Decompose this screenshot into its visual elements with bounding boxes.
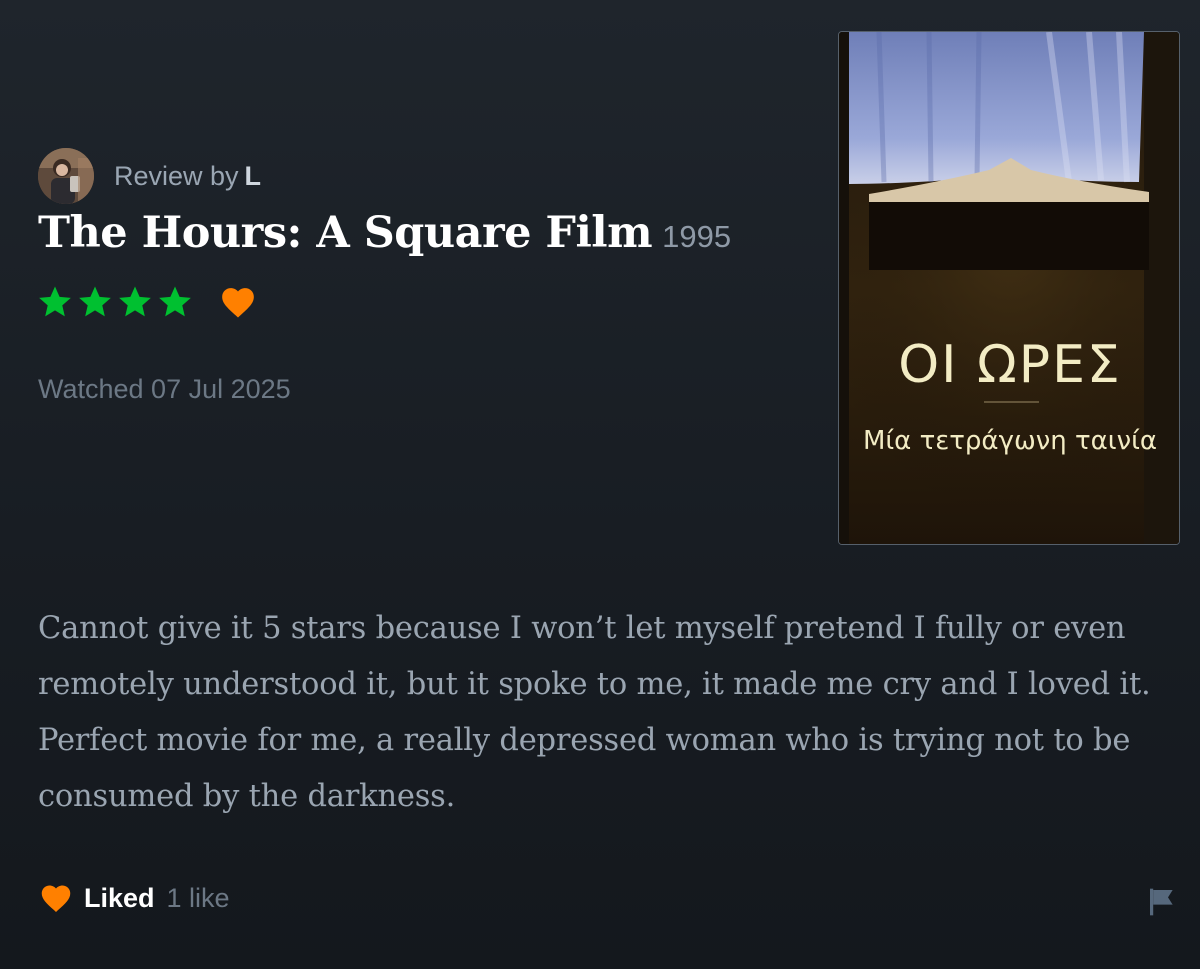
poster-subtitle: Μία τετράγωνη ταινία [863, 426, 1157, 456]
heart-icon [222, 288, 254, 318]
star-icon [39, 286, 71, 317]
rating [36, 282, 258, 322]
poster-title: ΟΙ ΩΡΕΣ [898, 335, 1122, 395]
like-count[interactable]: 1 like [167, 883, 230, 914]
film-heading: The Hours: A Square Film 1995 [38, 208, 731, 258]
star-icon [119, 286, 151, 317]
flag-icon[interactable] [1146, 886, 1178, 918]
avatar-image [38, 148, 94, 204]
review-author[interactable]: L [245, 161, 262, 191]
review-byline: Review by L [114, 161, 261, 192]
star-icon [79, 286, 111, 317]
review-by-label: Review by [114, 160, 239, 191]
review-header: Review by L [38, 148, 261, 204]
watched-date: Watched 07 Jul 2025 [38, 374, 291, 404]
film-title[interactable]: The Hours: A Square Film [38, 208, 653, 258]
poster-image: ΟΙ ΩΡΕΣ Μία τετράγωνη ταινία [839, 32, 1179, 544]
star-icon [159, 286, 191, 317]
review-text: Cannot give it 5 stars because I won’t l… [38, 611, 1151, 814]
heart-icon[interactable] [38, 880, 74, 916]
avatar[interactable] [38, 148, 94, 204]
film-poster[interactable]: ΟΙ ΩΡΕΣ Μία τετράγωνη ταινία [838, 31, 1180, 545]
liked-button[interactable]: Liked [84, 883, 155, 914]
review-footer: Liked 1 like [38, 880, 230, 916]
film-year[interactable]: 1995 [662, 219, 731, 254]
